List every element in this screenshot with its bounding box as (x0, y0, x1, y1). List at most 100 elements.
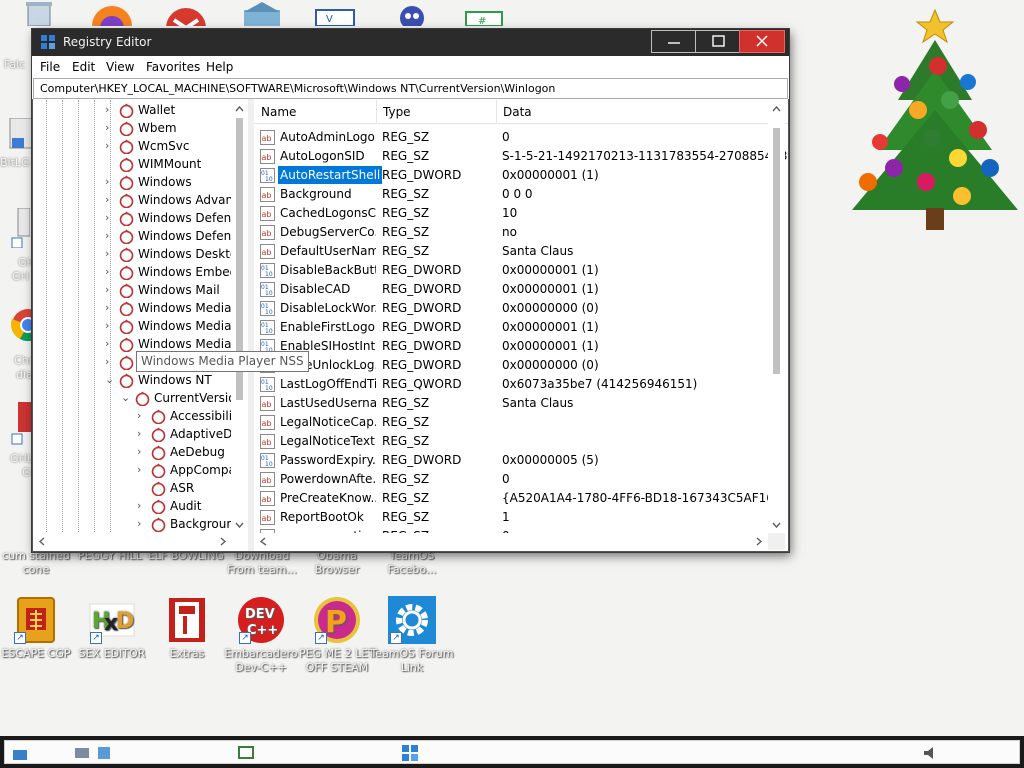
value-row[interactable]: ab PowerdownAfte... REG_SZ 0 (254, 470, 768, 489)
expand-chevron-icon[interactable]: › (105, 139, 117, 153)
value-row[interactable]: ab LegalNoticeCap... REG_SZ (254, 413, 768, 432)
tree-vertical-scrollbar[interactable] (231, 100, 248, 534)
expand-chevron-icon[interactable]: › (105, 103, 117, 117)
desktop-fragment[interactable]: Falc (4, 58, 34, 71)
menu-view[interactable]: View (106, 60, 134, 74)
no-entry-icon[interactable] (164, 0, 212, 26)
menu-favorites[interactable]: Favorites (146, 60, 200, 74)
recycle-bin-icon[interactable] (14, 0, 62, 26)
value-type: REG_DWORD (382, 453, 462, 467)
network-app-icon[interactable] (237, 744, 255, 762)
expand-chevron-icon[interactable]: › (137, 517, 149, 531)
expand-chevron-icon[interactable]: › (137, 427, 149, 441)
tree-item-label: WcmSvc (138, 139, 190, 153)
expand-chevron-icon[interactable]: › (105, 337, 117, 351)
expand-chevron-icon[interactable]: ⌄ (121, 391, 133, 405)
expand-chevron-icon[interactable]: › (105, 211, 117, 225)
extras-shortcut[interactable]: Extras (145, 596, 229, 661)
chrome-icon[interactable] (8, 305, 45, 349)
title-bar[interactable]: Registry Editor (32, 29, 789, 56)
speaker-icon[interactable] (921, 744, 939, 762)
tree-horizontal-scrollbar[interactable] (33, 533, 248, 550)
sex-editor-shortcut[interactable]: HxD ↗ SEX EDITOR (70, 596, 154, 661)
value-row[interactable]: 01 10 EnableFirstLogo... REG_DWORD 0x0000000… (254, 318, 768, 337)
expand-chevron-icon[interactable]: › (137, 409, 149, 423)
mascot-icon[interactable] (388, 0, 436, 26)
value-row[interactable]: ab LegalNoticeText REG_SZ (254, 432, 768, 451)
start-icon[interactable] (11, 744, 29, 762)
teamos-forum-shortcut[interactable]: ↗ TeamOS Forum Link (370, 596, 454, 675)
christmas-tree-icon[interactable] (838, 0, 1024, 240)
devcpp-shortcut[interactable]: DEV C++ ↗ Embarcadero Dev-C++ (219, 596, 303, 675)
registry-editor-window[interactable]: Registry Editor File Edit View Favorites… (32, 29, 789, 552)
show-desktop-icon[interactable] (73, 744, 91, 762)
column-name[interactable]: Name (254, 100, 376, 124)
expand-chevron-icon[interactable]: › (137, 463, 149, 477)
shortcut-icon[interactable] (10, 207, 31, 249)
column-data[interactable]: Data (496, 100, 788, 124)
close-button[interactable] (739, 30, 785, 53)
expand-chevron-icon[interactable]: › (105, 121, 117, 135)
desktop-icon[interactable]: TeamOS Facebo... (370, 549, 454, 577)
minimize-button[interactable] (651, 30, 697, 53)
values-list[interactable]: Name Type Data ab AutoAdminLogon REG_SZ 0 ab… (254, 100, 788, 550)
bitlocker-icon[interactable] (6, 117, 33, 154)
quick-launch-icon[interactable] (95, 744, 113, 762)
value-row[interactable]: ab LastUsedUserna... REG_SZ Santa Claus (254, 394, 768, 413)
value-row[interactable]: 01 10 PasswordExpiry... REG_DWORD 0x00000005… (254, 451, 768, 470)
desktop-icon[interactable]: cum stained cone (0, 549, 78, 577)
list-horizontal-scrollbar[interactable] (254, 533, 768, 550)
visual-studio-icon[interactable]: V (312, 0, 360, 26)
value-row[interactable]: 0110ForceUnlockLog...REG_DWORD0x00000000… (254, 356, 768, 375)
desktop-fragment[interactable]: BitLG (0, 156, 30, 169)
expand-chevron-icon[interactable]: ⌄ (105, 373, 117, 387)
menu-help[interactable]: Help (206, 60, 233, 74)
value-row[interactable]: ab CachedLogonsC... REG_SZ 10 (254, 204, 768, 223)
key-tree[interactable]: › Wallet › Wbem › WcmSvc WIMMount › Windows › Wind… (33, 100, 248, 550)
peg-me-shortcut[interactable]: P ↗ PEG ME 2 LET OFF STEAM (295, 596, 379, 675)
expand-chevron-icon[interactable]: › (105, 265, 117, 279)
value-row[interactable]: ab DefaultUserName REG_SZ Santa Claus (254, 242, 768, 261)
value-row[interactable]: ab AutoAdminLogon REG_SZ 0 (254, 128, 768, 147)
value-row[interactable]: 0110 DisableBackButt... REG_DWORD 0x0000000… (254, 261, 768, 280)
expand-chevron-icon[interactable] (105, 157, 117, 171)
expand-chevron-icon[interactable]: › (105, 193, 117, 207)
value-row[interactable]: 01 10 DisableCAD REG_DWORD 0x00000001 (1) (254, 280, 768, 299)
registry-editor-taskbar-icon[interactable] (401, 744, 419, 762)
house-app-icon[interactable] (238, 0, 286, 26)
value-row[interactable]: 01 10 AutoRestartShell REG_DWORD 0x00000001 … (254, 166, 768, 185)
expand-chevron-icon[interactable]: › (137, 445, 149, 459)
value-row[interactable]: ab AutoLogonSID REG_SZ S-1-5-21-1492170213-… (254, 147, 788, 166)
expand-chevron-icon[interactable]: › (105, 355, 117, 369)
value-data: 0x00000000 (0) (502, 301, 599, 315)
expand-chevron-icon[interactable]: › (137, 499, 149, 513)
value-row[interactable]: 01 10 DisableLockWor... REG_DWORD 0x00000000… (254, 299, 768, 318)
value-row[interactable]: 0110EnableSIHostInt...REG_DWORD0x0000000… (254, 337, 768, 356)
menu-edit[interactable]: Edit (72, 60, 95, 74)
value-row[interactable]: ab Background REG_SZ 0 0 0 (254, 185, 768, 204)
desktop-icon[interactable]: Obama Browser (296, 549, 378, 577)
escape-cgp-shortcut[interactable]: ↗ ESCAPE CGP (0, 596, 78, 661)
value-row[interactable]: ab PreCreateKnow... REG_SZ {A520A1A4-1780-4… (254, 489, 782, 508)
firefox-icon[interactable] (88, 0, 136, 26)
value-row[interactable]: 0110 LastLogOffEndTi... REG_QWORD 0x6073a35… (254, 375, 768, 394)
value-name: CachedLogonsC... (280, 206, 376, 220)
address-bar[interactable]: Computer\HKEY_LOCAL_MACHINE\SOFTWARE\Mic… (33, 78, 788, 99)
expand-chevron-icon[interactable]: › (105, 229, 117, 243)
value-row[interactable]: ab DebugServerCo... REG_SZ no (254, 223, 768, 242)
expand-chevron-icon[interactable]: › (105, 301, 117, 315)
list-vertical-scrollbar[interactable] (768, 100, 785, 534)
maximize-button[interactable] (695, 30, 741, 53)
expand-chevron-icon[interactable]: › (105, 247, 117, 261)
expand-chevron-icon[interactable]: › (105, 175, 117, 189)
expand-chevron-icon[interactable]: › (105, 319, 117, 333)
expand-chevron-icon[interactable] (137, 481, 149, 495)
expand-chevron-icon[interactable]: › (105, 283, 117, 297)
shortcut-icon[interactable] (10, 402, 32, 448)
green-app-icon[interactable]: # (460, 0, 508, 26)
menu-file[interactable]: File (40, 60, 60, 74)
value-row[interactable]: ab ReportBootOk REG_SZ 1 (254, 508, 768, 527)
address-path[interactable]: Computer\HKEY_LOCAL_MACHINE\SOFTWARE\Mic… (40, 82, 555, 95)
desktop-icon[interactable]: Download From team... (220, 549, 304, 577)
column-type[interactable]: Type (376, 100, 496, 124)
